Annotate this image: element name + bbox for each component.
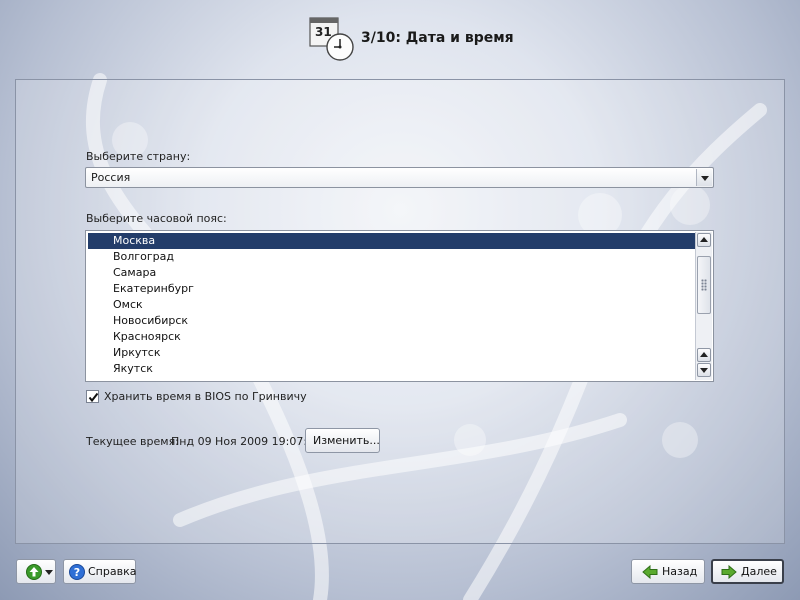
chevron-down-icon bbox=[45, 570, 53, 575]
list-item-irkutsk[interactable]: Иркутск bbox=[88, 345, 695, 361]
green-up-arrow-icon bbox=[26, 564, 42, 580]
back-button[interactable]: Назад bbox=[631, 559, 705, 584]
change-time-button[interactable]: Изменить... bbox=[305, 428, 380, 453]
list-item-novosibirsk[interactable]: Новосибирск bbox=[88, 313, 695, 329]
next-label: Далее bbox=[741, 565, 777, 578]
arrow-right-icon bbox=[721, 565, 737, 579]
country-select[interactable]: Россия bbox=[85, 167, 714, 188]
back-label: Назад bbox=[662, 565, 698, 578]
help-label: Справка bbox=[88, 565, 137, 578]
timezone-scrollbar[interactable] bbox=[695, 232, 712, 380]
help-button[interactable]: ? Справка bbox=[63, 559, 136, 584]
scroll-down-button[interactable] bbox=[697, 363, 711, 377]
scroll-up-button[interactable] bbox=[697, 233, 711, 247]
list-item-krasnoyarsk[interactable]: Красноярск bbox=[88, 329, 695, 345]
page-header: 31 3/10: Дата и время bbox=[0, 14, 800, 64]
change-time-label: Изменить... bbox=[313, 434, 380, 447]
country-select-value: Россия bbox=[91, 171, 131, 184]
timezone-list-items: Москва Волгоград Самара Екатеринбург Омс… bbox=[88, 233, 695, 377]
list-item-yekaterinburg[interactable]: Екатеринбург bbox=[88, 281, 695, 297]
country-label: Выберите страну: bbox=[86, 150, 191, 163]
menu-button[interactable] bbox=[16, 559, 56, 584]
list-item-samara[interactable]: Самара bbox=[88, 265, 695, 281]
chevron-down-icon[interactable] bbox=[696, 169, 712, 186]
calendar-day: 31 bbox=[315, 25, 332, 39]
next-button[interactable]: Далее bbox=[711, 559, 784, 584]
svg-text:?: ? bbox=[74, 566, 80, 579]
timezone-list[interactable]: Москва Волгоград Самара Екатеринбург Омс… bbox=[85, 230, 714, 382]
scroll-up-button-lower[interactable] bbox=[697, 348, 711, 362]
list-item-volgograd[interactable]: Волгоград bbox=[88, 249, 695, 265]
bios-utc-label[interactable]: Хранить время в BIOS по Гринвичу bbox=[104, 390, 307, 403]
page-title: 3/10: Дата и время bbox=[361, 30, 514, 46]
timezone-label: Выберите часовой пояс: bbox=[86, 212, 227, 225]
current-time-label: Текущее время: bbox=[86, 435, 179, 448]
bios-utc-checkbox[interactable] bbox=[86, 390, 99, 403]
list-item-yakutsk[interactable]: Якутск bbox=[88, 361, 695, 377]
list-item-moscow[interactable]: Москва bbox=[88, 233, 695, 249]
calendar-clock-icon: 31 bbox=[309, 16, 355, 62]
arrow-left-icon bbox=[642, 565, 658, 579]
scrollbar-thumb[interactable] bbox=[697, 256, 711, 314]
list-item-omsk[interactable]: Омск bbox=[88, 297, 695, 313]
current-time-value: Пнд 09 Ноя 2009 19:07:32 bbox=[171, 435, 322, 448]
check-icon bbox=[88, 392, 99, 403]
help-icon: ? bbox=[69, 564, 85, 580]
